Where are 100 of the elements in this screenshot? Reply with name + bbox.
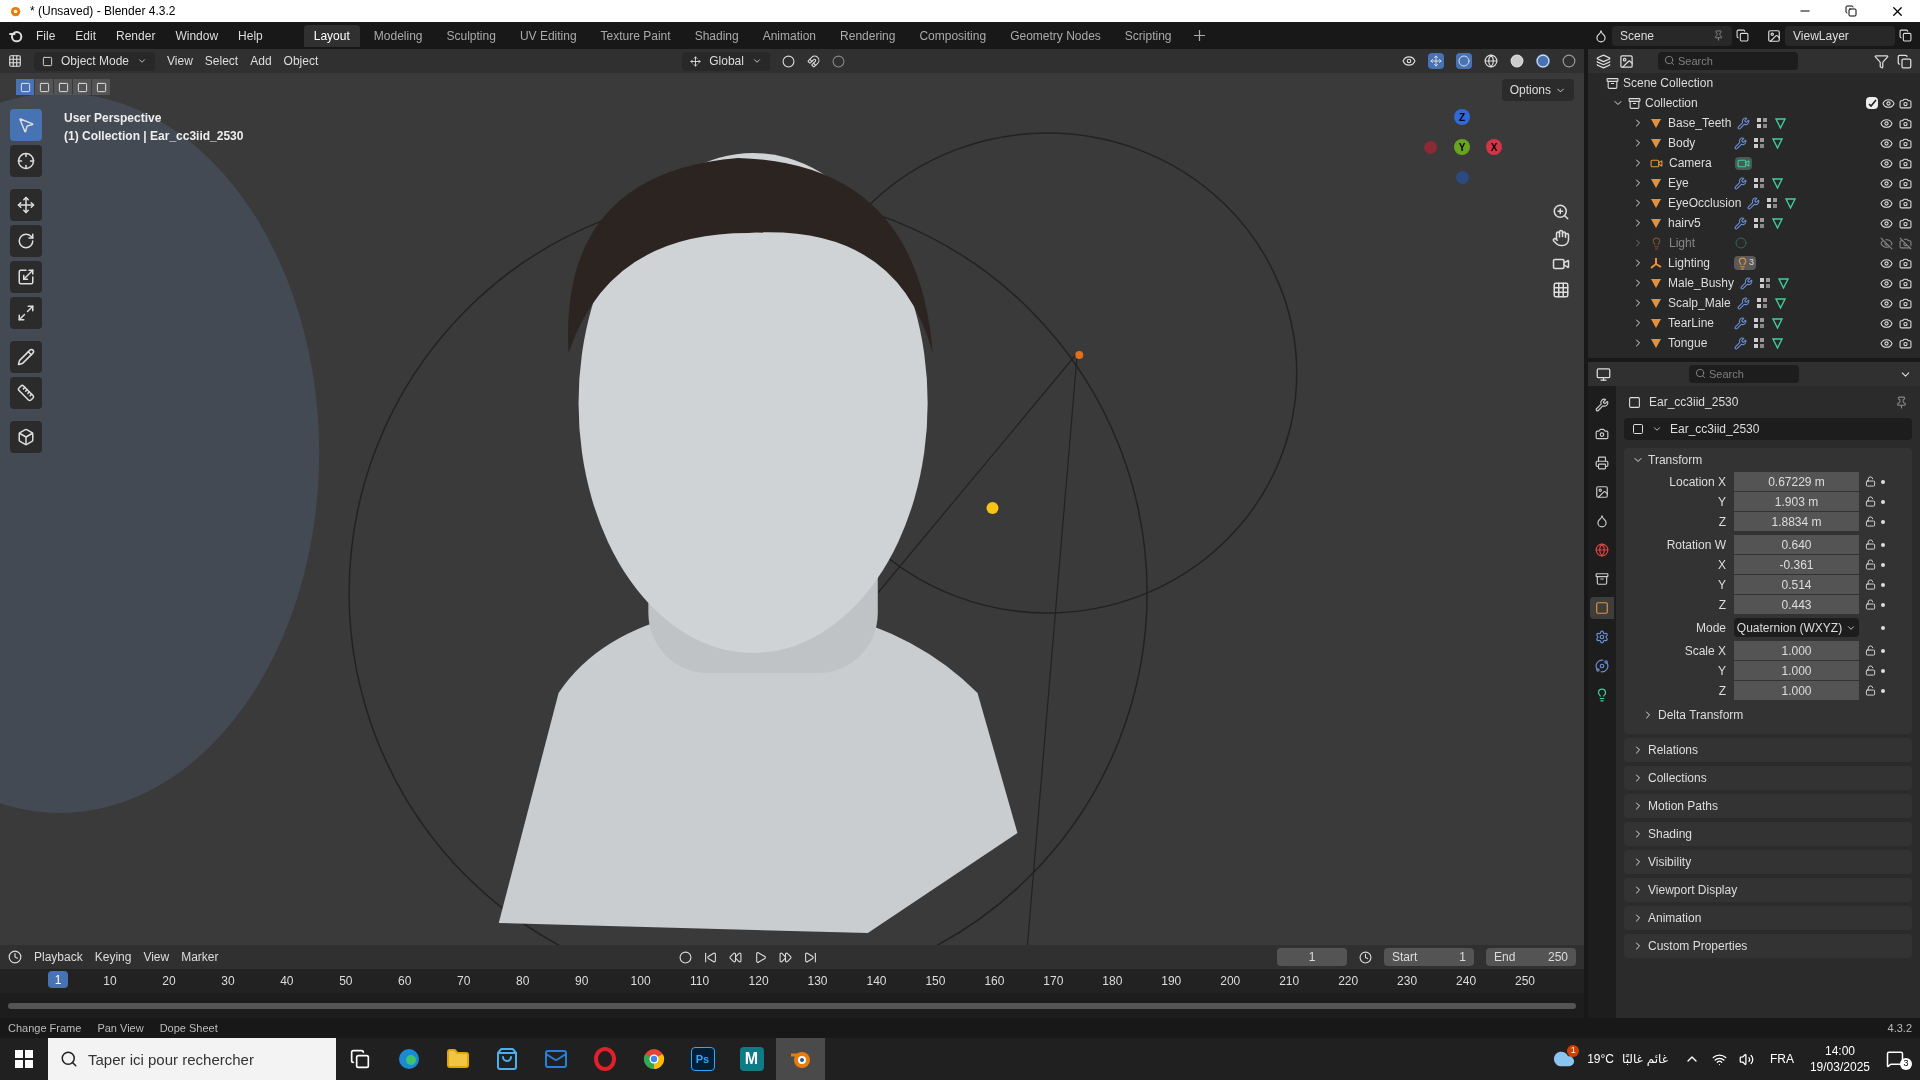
eye-icon[interactable]	[1880, 276, 1893, 290]
menu-item[interactable]: Add	[250, 52, 272, 70]
outliner-item[interactable]: Lighting	[1668, 254, 1728, 272]
menu-item[interactable]: Render	[108, 26, 164, 45]
scrollbar[interactable]	[8, 1002, 1576, 1009]
playhead-marker[interactable]: 1	[48, 971, 68, 988]
editor-type-icon[interactable]	[8, 54, 22, 68]
workspace-tab[interactable]: Texture Paint	[590, 24, 681, 47]
camera-icon[interactable]	[1899, 96, 1912, 110]
display-mode-icon[interactable]	[1596, 53, 1611, 69]
pivot-icon[interactable]	[781, 54, 795, 68]
number-field[interactable]: 1.000	[1734, 681, 1859, 700]
chrome-app-icon[interactable]	[641, 1047, 666, 1071]
options-button[interactable]: Options	[1501, 79, 1574, 101]
number-field[interactable]: 1.8834 m	[1734, 512, 1859, 531]
network-icon[interactable]	[1711, 1051, 1727, 1067]
workspace-tab[interactable]: Geometry Nodes	[1000, 24, 1111, 47]
jump-end-icon[interactable]	[803, 950, 817, 964]
edge-app-icon[interactable]	[396, 1047, 421, 1071]
workspace-tab[interactable]: Sculpting	[436, 24, 506, 47]
workspace-tab[interactable]: Layout	[303, 24, 360, 47]
clock[interactable]: 14:00 19/03/2025	[1809, 1043, 1870, 1075]
unlocked-icon[interactable]	[1864, 645, 1876, 656]
object-name-field[interactable]: Ear_cc3iid_2530	[1624, 418, 1912, 440]
unlocked-icon[interactable]	[1864, 539, 1876, 550]
camera-icon[interactable]	[1899, 256, 1912, 270]
camera-icon[interactable]	[1899, 156, 1912, 170]
clock-icon[interactable]	[1359, 950, 1372, 964]
unlocked-icon[interactable]	[1864, 496, 1876, 507]
language-indicator[interactable]: FRA	[1769, 1050, 1794, 1068]
camera-icon[interactable]	[1899, 296, 1912, 310]
menu-item[interactable]: View	[167, 52, 193, 70]
store-app-icon[interactable]	[494, 1047, 519, 1071]
number-field[interactable]: 0.443	[1734, 595, 1859, 614]
number-field[interactable]: 0.514	[1734, 575, 1859, 594]
menu-item[interactable]: Help	[230, 26, 271, 45]
unlocked-icon[interactable]	[1864, 599, 1876, 610]
unlocked-icon[interactable]	[1864, 516, 1876, 527]
eye-icon[interactable]	[1880, 196, 1893, 210]
unlocked-icon[interactable]	[1864, 579, 1876, 590]
number-field[interactable]: -0.361	[1734, 555, 1859, 574]
view-layer-filter-icon[interactable]	[1619, 53, 1634, 69]
copy-icon[interactable]	[1899, 29, 1912, 42]
eye-icon[interactable]	[1880, 216, 1893, 230]
scene-icon[interactable]	[1594, 28, 1608, 43]
visibility-icon[interactable]	[1402, 54, 1416, 68]
outliner-item[interactable]: Camera	[1669, 154, 1729, 172]
camera-icon[interactable]	[1899, 196, 1912, 210]
selection-mode-icon[interactable]	[76, 81, 88, 93]
measure-tool-icon[interactable]	[17, 384, 35, 402]
editor-type-icon[interactable]	[1596, 366, 1611, 382]
number-field[interactable]: 1.000	[1734, 641, 1859, 660]
eye-icon[interactable]	[1880, 176, 1893, 190]
workspace-tab[interactable]: Animation	[752, 24, 827, 47]
panel-title[interactable]: Delta Transform	[1658, 706, 1744, 724]
record-icon[interactable]	[678, 950, 692, 964]
eye-icon[interactable]	[1880, 256, 1893, 270]
new-collection-icon[interactable]	[1897, 53, 1912, 69]
camera-icon[interactable]	[1899, 116, 1912, 130]
menu-item[interactable]: Edit	[67, 26, 105, 45]
select-tool-icon[interactable]	[17, 116, 35, 134]
number-field[interactable]: 0.640	[1734, 535, 1859, 554]
solid-shading-icon[interactable]	[1510, 54, 1524, 68]
unlocked-icon[interactable]	[1864, 665, 1876, 676]
outliner-item[interactable]: Light	[1669, 234, 1729, 252]
start-frame-field[interactable]: Start 1	[1384, 948, 1474, 966]
outliner-item[interactable]: EyeOcclusion	[1668, 194, 1742, 212]
selection-mode-icon[interactable]	[19, 81, 31, 93]
view-layer-icon[interactable]	[1767, 28, 1781, 43]
play-icon[interactable]	[753, 950, 767, 964]
camera-icon[interactable]	[1899, 316, 1912, 330]
menu-item[interactable]: View	[143, 948, 170, 966]
outliner-item[interactable]: hairv5	[1668, 214, 1728, 232]
menu-item[interactable]: Window	[167, 26, 227, 45]
number-field[interactable]: 1.000	[1734, 661, 1859, 680]
menu-item[interactable]: Marker	[181, 948, 219, 966]
outliner-item[interactable]: Body	[1668, 134, 1728, 152]
grid-icon[interactable]	[1552, 281, 1570, 299]
restore-icon[interactable]	[1845, 5, 1857, 17]
snap-icon[interactable]	[806, 54, 820, 68]
panel-title[interactable]: Collections	[1648, 769, 1707, 787]
scale-tool-icon[interactable]	[17, 268, 35, 286]
copy-icon[interactable]	[1736, 29, 1749, 42]
editor-type-icon[interactable]	[8, 950, 22, 964]
next-keyframe-icon[interactable]	[778, 950, 792, 964]
opera-app-icon[interactable]	[592, 1047, 617, 1071]
zoom-icon[interactable]	[1552, 203, 1570, 221]
workspace-tab[interactable]: UV Editing	[509, 24, 587, 47]
mail-app-icon[interactable]	[543, 1047, 568, 1071]
panel-title[interactable]: Transform	[1648, 451, 1703, 469]
menu-item[interactable]: Playback	[34, 948, 83, 966]
eye-icon[interactable]	[1880, 156, 1893, 170]
wireframe-shading-icon[interactable]	[1484, 54, 1498, 68]
camera-icon[interactable]	[1899, 136, 1912, 150]
notification-icon[interactable]	[1886, 1050, 1904, 1068]
outliner-item[interactable]: Base_Teeth	[1668, 114, 1732, 132]
panel-title[interactable]: Animation	[1648, 909, 1702, 927]
render-shading-icon[interactable]	[1562, 54, 1576, 68]
orientation-dropdown[interactable]: Global	[682, 51, 770, 71]
panel-title[interactable]: Visibility	[1648, 853, 1692, 871]
